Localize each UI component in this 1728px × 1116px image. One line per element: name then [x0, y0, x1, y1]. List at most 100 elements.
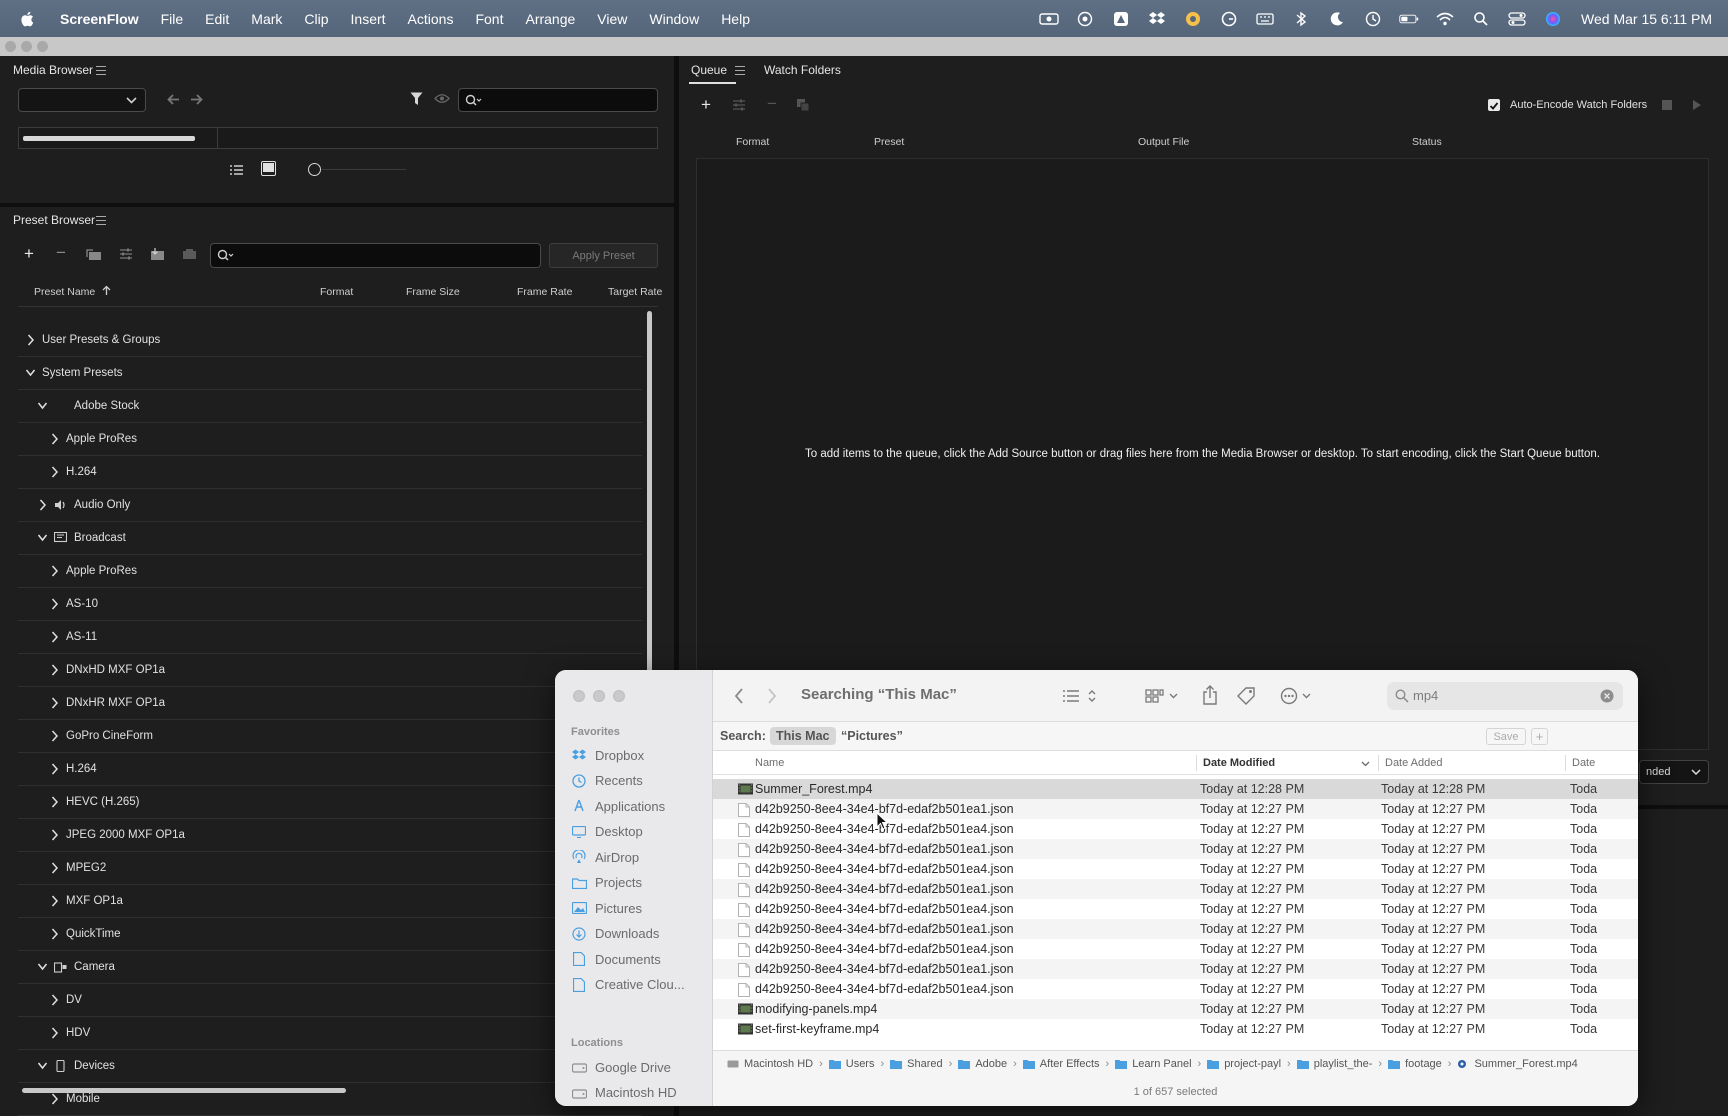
screen-record-icon[interactable] — [1039, 11, 1059, 27]
preset-row[interactable]: Adobe Stock — [18, 390, 642, 423]
import-preset-icon[interactable] — [149, 247, 165, 261]
column-frame-size[interactable]: Frame Size — [406, 286, 460, 298]
finder-search-field[interactable]: mp4 — [1387, 682, 1623, 710]
finder-column-date-created[interactable]: Date — [1572, 757, 1595, 769]
eye-icon[interactable] — [434, 93, 450, 104]
preset-row[interactable]: QuickTime — [18, 918, 642, 951]
preset-row[interactable]: MXF OP1a — [18, 885, 642, 918]
preset-browser-menu-icon[interactable] — [96, 216, 106, 225]
siri-icon[interactable] — [1543, 11, 1563, 27]
media-browser-path-bar[interactable] — [18, 127, 658, 149]
finder-close-button[interactable] — [573, 690, 585, 702]
queue-column-output-file[interactable]: Output File — [1138, 136, 1189, 148]
menu-mark[interactable]: Mark — [240, 11, 293, 27]
spotlight-icon[interactable] — [1471, 11, 1491, 27]
finder-column-date-added[interactable]: Date Added — [1385, 757, 1443, 769]
keyboard-icon[interactable] — [1255, 11, 1275, 27]
chevron-right-icon[interactable] — [50, 928, 59, 940]
thumbnail-size-slider-knob[interactable] — [308, 163, 321, 176]
sidebar-item[interactable]: Dropbox — [571, 744, 706, 766]
file-row[interactable]: d42b9250-8ee4-34e4-bf7d-edaf2b501ea4.jso… — [713, 939, 1638, 959]
chevron-right-icon[interactable] — [50, 796, 59, 808]
media-browser-scroll-indicator[interactable] — [23, 136, 195, 141]
chevron-right-icon[interactable] — [50, 829, 59, 841]
menu-view[interactable]: View — [586, 11, 638, 27]
preset-row[interactable]: H.264 — [18, 753, 642, 786]
tab-queue[interactable]: Queue — [691, 63, 727, 77]
preset-row[interactable]: HEVC (H.265) — [18, 786, 642, 819]
media-search-input[interactable] — [458, 88, 658, 112]
list-view-icon[interactable] — [1062, 688, 1098, 704]
time-machine-icon[interactable] — [1363, 11, 1383, 27]
chevron-down-icon[interactable] — [38, 1060, 47, 1072]
finder-minimize-button[interactable] — [593, 690, 605, 702]
chevron-right-icon[interactable] — [26, 334, 35, 346]
menu-clip[interactable]: Clip — [293, 11, 339, 27]
preset-row[interactable]: Camera — [18, 951, 642, 984]
zoom-window-button[interactable] — [37, 41, 48, 52]
path-crumb[interactable]: project-payl — [1207, 1058, 1281, 1070]
menu-actions[interactable]: Actions — [397, 11, 465, 27]
file-row[interactable]: d42b9250-8ee4-34e4-bf7d-edaf2b501ea4.jso… — [713, 819, 1638, 839]
queue-menu-icon[interactable] — [735, 66, 745, 75]
apple-logo-icon[interactable] — [19, 10, 37, 28]
chevron-right-icon[interactable] — [50, 730, 59, 742]
list-view-icon[interactable] — [229, 164, 244, 176]
preset-row[interactable]: DNxHR MXF OP1a — [18, 687, 642, 720]
add-criteria-button[interactable]: + — [1531, 728, 1548, 745]
media-source-dropdown[interactable] — [18, 88, 146, 112]
chevron-right-icon[interactable] — [50, 895, 59, 907]
column-target-rate[interactable]: Target Rate — [608, 286, 662, 298]
preset-row[interactable]: DNxHD MXF OP1a — [18, 654, 642, 687]
column-preset-name[interactable]: Preset Name — [34, 286, 95, 298]
menu-app-name[interactable]: ScreenFlow — [52, 11, 150, 27]
path-crumb[interactable]: playlist_the- — [1296, 1058, 1372, 1070]
file-row[interactable]: d42b9250-8ee4-34e4-bf7d-edaf2b501ea4.jso… — [713, 979, 1638, 999]
path-crumb[interactable]: Learn Panel — [1115, 1058, 1192, 1070]
menu-clock[interactable]: Wed Mar 15 6:11 PM — [1581, 11, 1712, 27]
menu-edit[interactable]: Edit — [194, 11, 240, 27]
preset-horizontal-scrollbar[interactable] — [22, 1088, 346, 1093]
stop-queue-icon[interactable] — [1662, 100, 1672, 110]
tag-icon[interactable] — [1237, 687, 1257, 705]
chevron-right-icon[interactable] — [50, 631, 59, 643]
new-group-icon[interactable] — [86, 248, 102, 261]
airplay-icon[interactable] — [1075, 11, 1095, 27]
filter-icon[interactable] — [410, 92, 423, 106]
sidebar-item[interactable]: Pictures — [571, 897, 706, 919]
menu-window[interactable]: Window — [638, 11, 710, 27]
menu-font[interactable]: Font — [464, 11, 514, 27]
grammarly-icon[interactable] — [1219, 11, 1239, 27]
path-crumb[interactable]: footage — [1388, 1058, 1442, 1070]
finder-zoom-button[interactable] — [613, 690, 625, 702]
chevron-right-icon[interactable] — [50, 763, 59, 775]
chevron-right-icon[interactable] — [50, 565, 59, 577]
auto-encode-checkbox[interactable] — [1488, 99, 1500, 111]
preset-row[interactable]: GoPro CineForm — [18, 720, 642, 753]
chevron-right-icon[interactable] — [50, 994, 59, 1006]
chevron-right-icon[interactable] — [50, 598, 59, 610]
preset-settings-icon[interactable] — [119, 248, 133, 260]
queue-settings-icon[interactable] — [732, 99, 746, 111]
chevron-right-icon[interactable] — [50, 1027, 59, 1039]
close-window-button[interactable] — [5, 41, 16, 52]
scope-this-mac-button[interactable]: This Mac — [770, 727, 836, 745]
start-queue-icon[interactable] — [1692, 99, 1702, 111]
sidebar-item[interactable]: Downloads — [571, 923, 706, 945]
chevron-down-icon[interactable] — [38, 532, 47, 544]
chevron-right-icon[interactable] — [50, 433, 59, 445]
wifi-icon[interactable] — [1435, 11, 1455, 27]
bluetooth-icon[interactable] — [1291, 11, 1311, 27]
more-actions-icon[interactable] — [1280, 687, 1316, 705]
preset-row[interactable]: Devices — [18, 1050, 642, 1083]
preset-row[interactable]: System Presets — [18, 357, 642, 390]
menu-help[interactable]: Help — [710, 11, 761, 27]
preset-row[interactable]: AS-11 — [18, 621, 642, 654]
apply-preset-button[interactable]: Apply Preset — [549, 243, 658, 268]
chevron-down-icon[interactable] — [26, 367, 35, 379]
control-center-icon[interactable] — [1507, 11, 1527, 27]
sidebar-item[interactable]: Desktop — [571, 821, 706, 843]
share-icon[interactable] — [1202, 685, 1218, 705]
path-crumb[interactable]: Shared — [890, 1058, 943, 1070]
chevron-down-icon[interactable] — [38, 400, 47, 412]
